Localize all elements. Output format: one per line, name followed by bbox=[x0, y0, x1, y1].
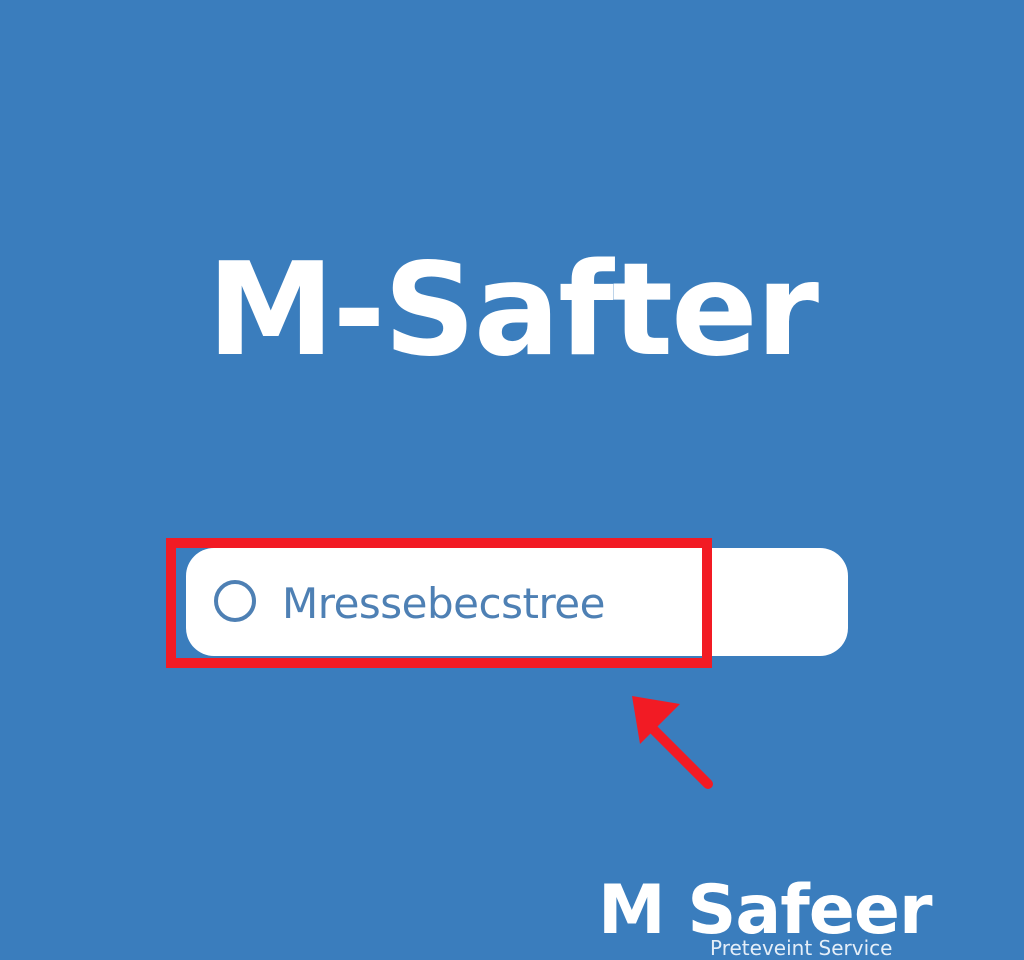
app-screen: M-Safter Mressebecstree M Safeer Preteve… bbox=[0, 0, 1024, 960]
search-input-value[interactable]: Mressebecstree bbox=[282, 574, 606, 634]
brand-logo-icon: M Safeer Preteveint Service bbox=[598, 874, 933, 960]
page-title: M-Safter bbox=[207, 236, 819, 385]
radio-circle-icon[interactable] bbox=[214, 580, 256, 622]
brand-tagline: Preteveint Service bbox=[710, 936, 893, 960]
arrow-up-left-icon bbox=[632, 696, 713, 789]
